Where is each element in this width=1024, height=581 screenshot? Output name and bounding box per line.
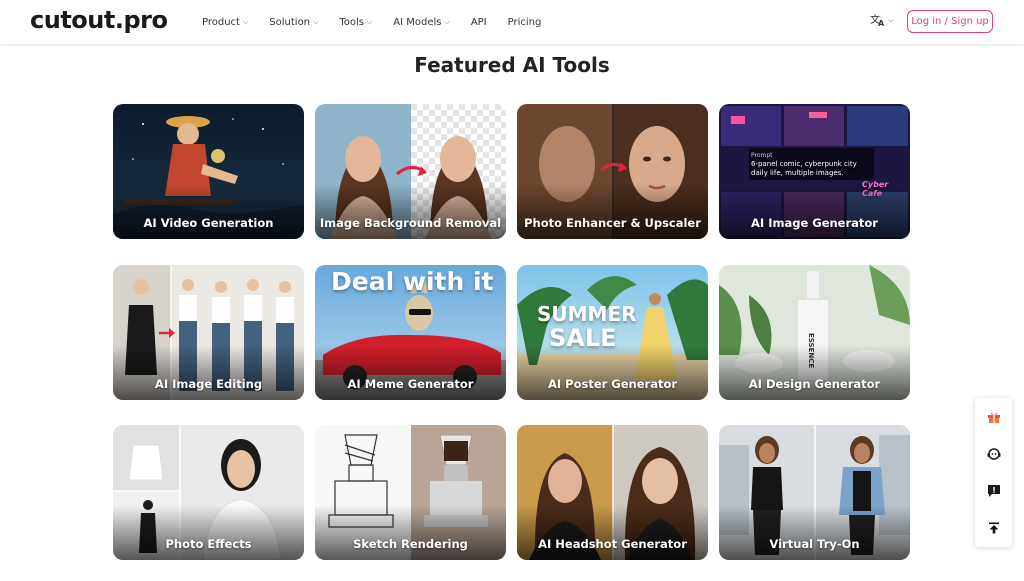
card-shade	[315, 345, 506, 400]
nav-ai-models-label: AI Models	[393, 16, 442, 28]
floating-action-bar	[975, 398, 1012, 547]
card-label: Virtual Try-On	[769, 537, 860, 551]
back-to-top-button[interactable]	[975, 509, 1012, 546]
card-label: AI Design Generator	[748, 377, 881, 391]
card-shade	[315, 184, 506, 239]
nav-solution-label: Solution	[269, 16, 311, 28]
tool-card-ai-image-editing[interactable]: AI Image Editing	[113, 265, 304, 400]
card-label: Photo Effects	[165, 537, 252, 551]
prompt-text: 6-panel comic, cyberpunk city daily life…	[751, 160, 857, 177]
support-icon	[987, 447, 1000, 460]
tool-card-background-removal[interactable]: Image Background Removal	[315, 104, 506, 239]
svg-text:A: A	[878, 19, 885, 27]
tool-card-photo-effects[interactable]: Photo Effects	[113, 425, 304, 560]
feedback-icon	[987, 484, 1000, 497]
card-label: AI Video Generation	[143, 216, 274, 230]
gift-icon	[987, 412, 1000, 423]
nav-api-label: API	[470, 16, 487, 28]
tool-card-ai-meme-generator[interactable]: Deal with it AI Meme Generator	[315, 265, 506, 400]
nav-tools[interactable]: Tools ⌵	[339, 17, 372, 28]
card-shade	[113, 345, 304, 400]
translate-icon: 文 A	[870, 13, 885, 27]
gift-button[interactable]	[975, 398, 1012, 435]
language-selector[interactable]: 文 A ⌵	[870, 13, 893, 27]
card-shade	[719, 184, 910, 239]
card-shade	[719, 505, 910, 560]
card-label: AI Image Generator	[751, 216, 878, 230]
tool-card-ai-headshot-generator[interactable]: AI Headshot Generator	[517, 425, 708, 560]
feedback-button[interactable]	[975, 472, 1012, 509]
tool-card-ai-design-generator[interactable]: ESSENCE AI Design Generator	[719, 265, 910, 400]
section-title: Featured AI Tools	[414, 53, 610, 77]
card-shade	[517, 184, 708, 239]
card-label: Image Background Removal	[319, 216, 502, 230]
card-shade	[517, 345, 708, 400]
tool-card-photo-enhancer[interactable]: Photo Enhancer & Upscaler	[517, 104, 708, 239]
card-shade	[719, 345, 910, 400]
tool-card-ai-poster-generator[interactable]: SUMMER SALE AI Poster Generator	[517, 265, 708, 400]
chevron-down-icon: ⌵	[444, 17, 450, 26]
chevron-down-icon: ⌵	[242, 17, 249, 26]
chevron-down-icon: ⌵	[313, 17, 319, 26]
nav-product-label: Product	[202, 16, 240, 28]
login-signup-button[interactable]: Log in / Sign up	[907, 10, 993, 33]
tool-card-sketch-rendering[interactable]: Sketch Rendering	[315, 425, 506, 560]
card-label: AI Headshot Generator	[538, 537, 687, 551]
card-shade	[113, 184, 304, 239]
nav-ai-models[interactable]: AI Models ⌵	[393, 17, 450, 28]
nav-pricing-label: Pricing	[507, 16, 542, 28]
chevron-down-icon: ⌵	[888, 15, 894, 24]
prompt-title: Prompt	[751, 152, 773, 159]
top-navigation-bar: cutout.pro Product ⌵ Solution ⌵ Tools ⌵ AI …	[0, 0, 1024, 44]
chevron-down-icon: ⌵	[366, 17, 373, 26]
card-label: AI Meme Generator	[347, 377, 474, 391]
card-label: AI Image Editing	[154, 377, 263, 391]
nav-tools-label: Tools	[339, 16, 364, 28]
card-label: AI Poster Generator	[547, 377, 678, 391]
nav-api[interactable]: API	[471, 17, 487, 28]
back-to-top-icon	[988, 522, 999, 533]
customer-support-button[interactable]	[975, 435, 1012, 472]
card-label: Sketch Rendering	[353, 537, 468, 551]
tool-card-ai-image-generator[interactable]: Prompt 6-panel comic, cyberpunk city dai…	[719, 104, 910, 239]
card-shade	[315, 505, 506, 560]
card-shade	[113, 505, 304, 560]
main-nav: Product ⌵ Solution ⌵ Tools ⌵ AI Models ⌵ API…	[202, 0, 562, 44]
tool-card-virtual-try-on[interactable]: Virtual Try-On	[719, 425, 910, 560]
cutout-pro-logo[interactable]: cutout.pro	[30, 6, 168, 34]
card-shade	[517, 505, 708, 560]
poster-headline-1: SUMMER	[537, 302, 637, 326]
card-label: Photo Enhancer & Upscaler	[524, 216, 701, 230]
meme-caption: Deal with it	[331, 267, 494, 296]
nav-pricing[interactable]: Pricing	[508, 17, 542, 28]
nav-product[interactable]: Product ⌵	[202, 17, 248, 28]
nav-solution[interactable]: Solution ⌵	[269, 17, 318, 28]
tool-card-ai-video-generation[interactable]: AI Video Generation	[113, 104, 304, 239]
